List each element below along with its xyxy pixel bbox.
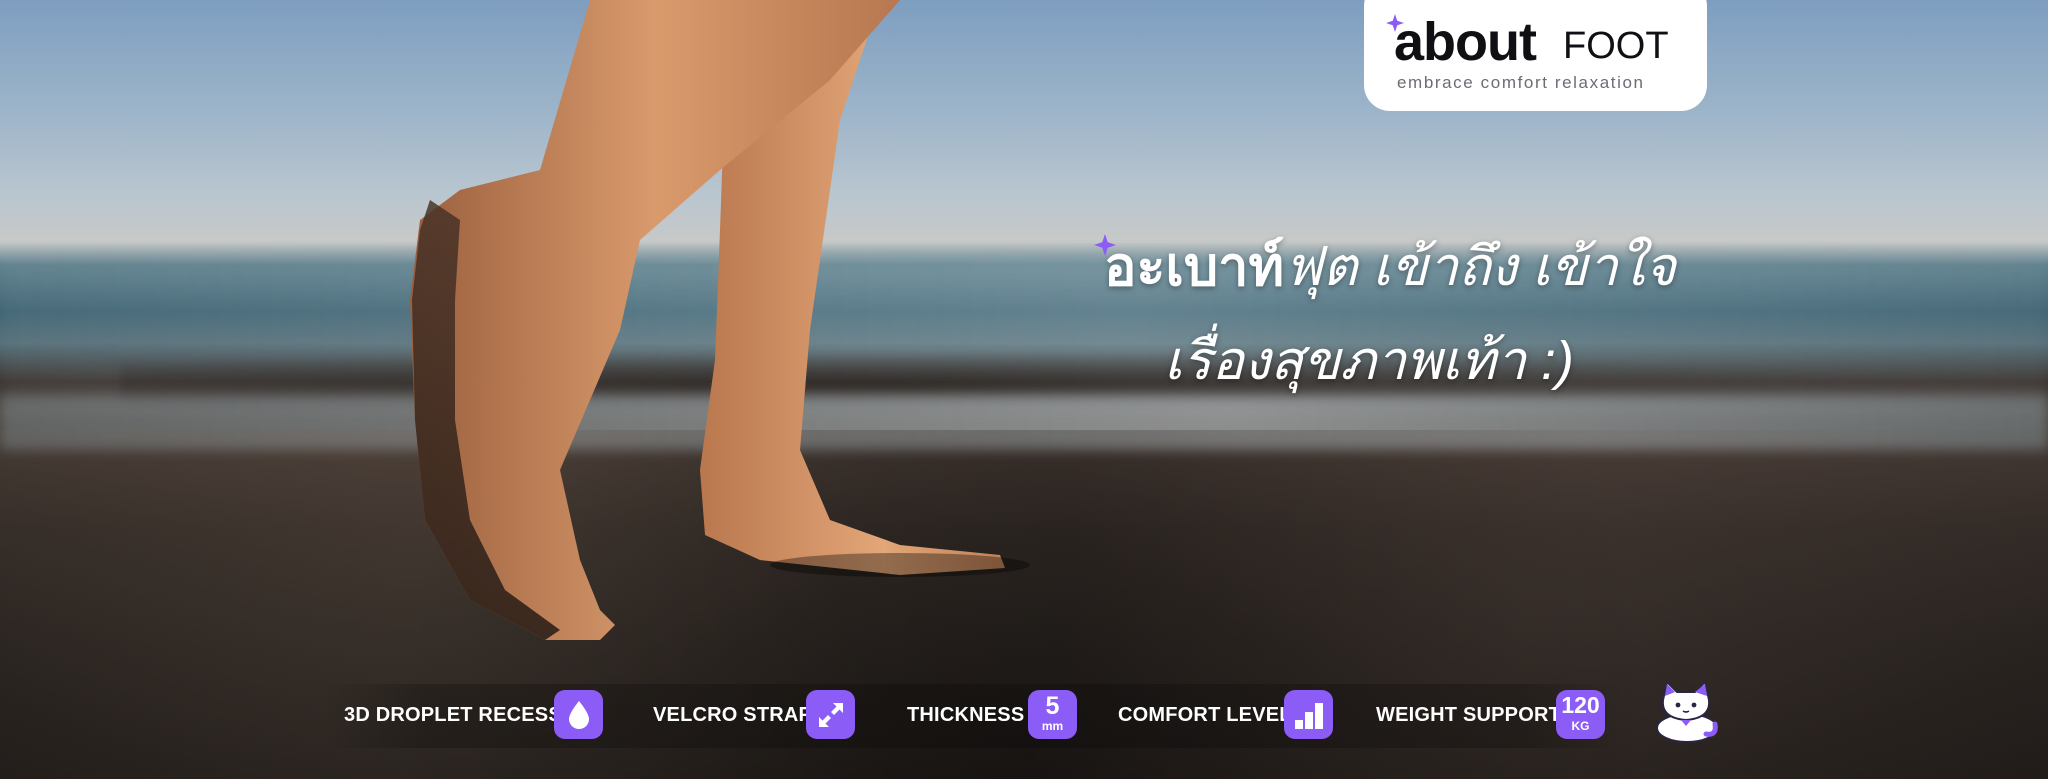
weight-value: 120 [1561,692,1600,718]
headline-brand: อะเบาท์ [1104,237,1285,297]
logo-wordmark: about [1394,12,1537,72]
thickness-icon: 5 mm [1028,690,1077,739]
bar-chart-icon [1284,690,1333,739]
weight-icon: 120 KG [1556,690,1605,739]
headline-line-2: เรื่องสุขภาพเท้า :) [1164,331,1575,391]
logo-foot-text: FOOT [1563,25,1669,67]
feature-label-thickness: THICKNESS [907,704,1025,726]
feature-label-comfort: COMFORT LEVEL [1118,704,1292,726]
headline-rest: ฟุต เข้าถึง เข้าใจ [1284,237,1676,297]
feature-label-velcro: VELCRO STRAP [653,704,813,726]
droplet-icon [554,690,603,739]
thickness-unit: mm [1041,719,1064,733]
diagonal-arrows-icon [806,690,855,739]
logo-tagline: embrace comfort relaxation [1397,73,1645,92]
feature-label-weight: WEIGHT SUPPORT [1376,704,1562,726]
thickness-value: 5 [1045,692,1060,720]
weight-unit: KG [1571,719,1590,733]
hero-banner: about FOOT embrace comfort relaxation อะ… [0,0,2048,779]
feature-label-droplet: 3D DROPLET RECESS [344,704,562,726]
cat-mascot-icon [1656,680,1718,743]
headline-line-1: อะเบาท์ฟุต เข้าถึง เข้าใจ [1104,232,1676,302]
bare-feet-illustration [410,0,1030,640]
